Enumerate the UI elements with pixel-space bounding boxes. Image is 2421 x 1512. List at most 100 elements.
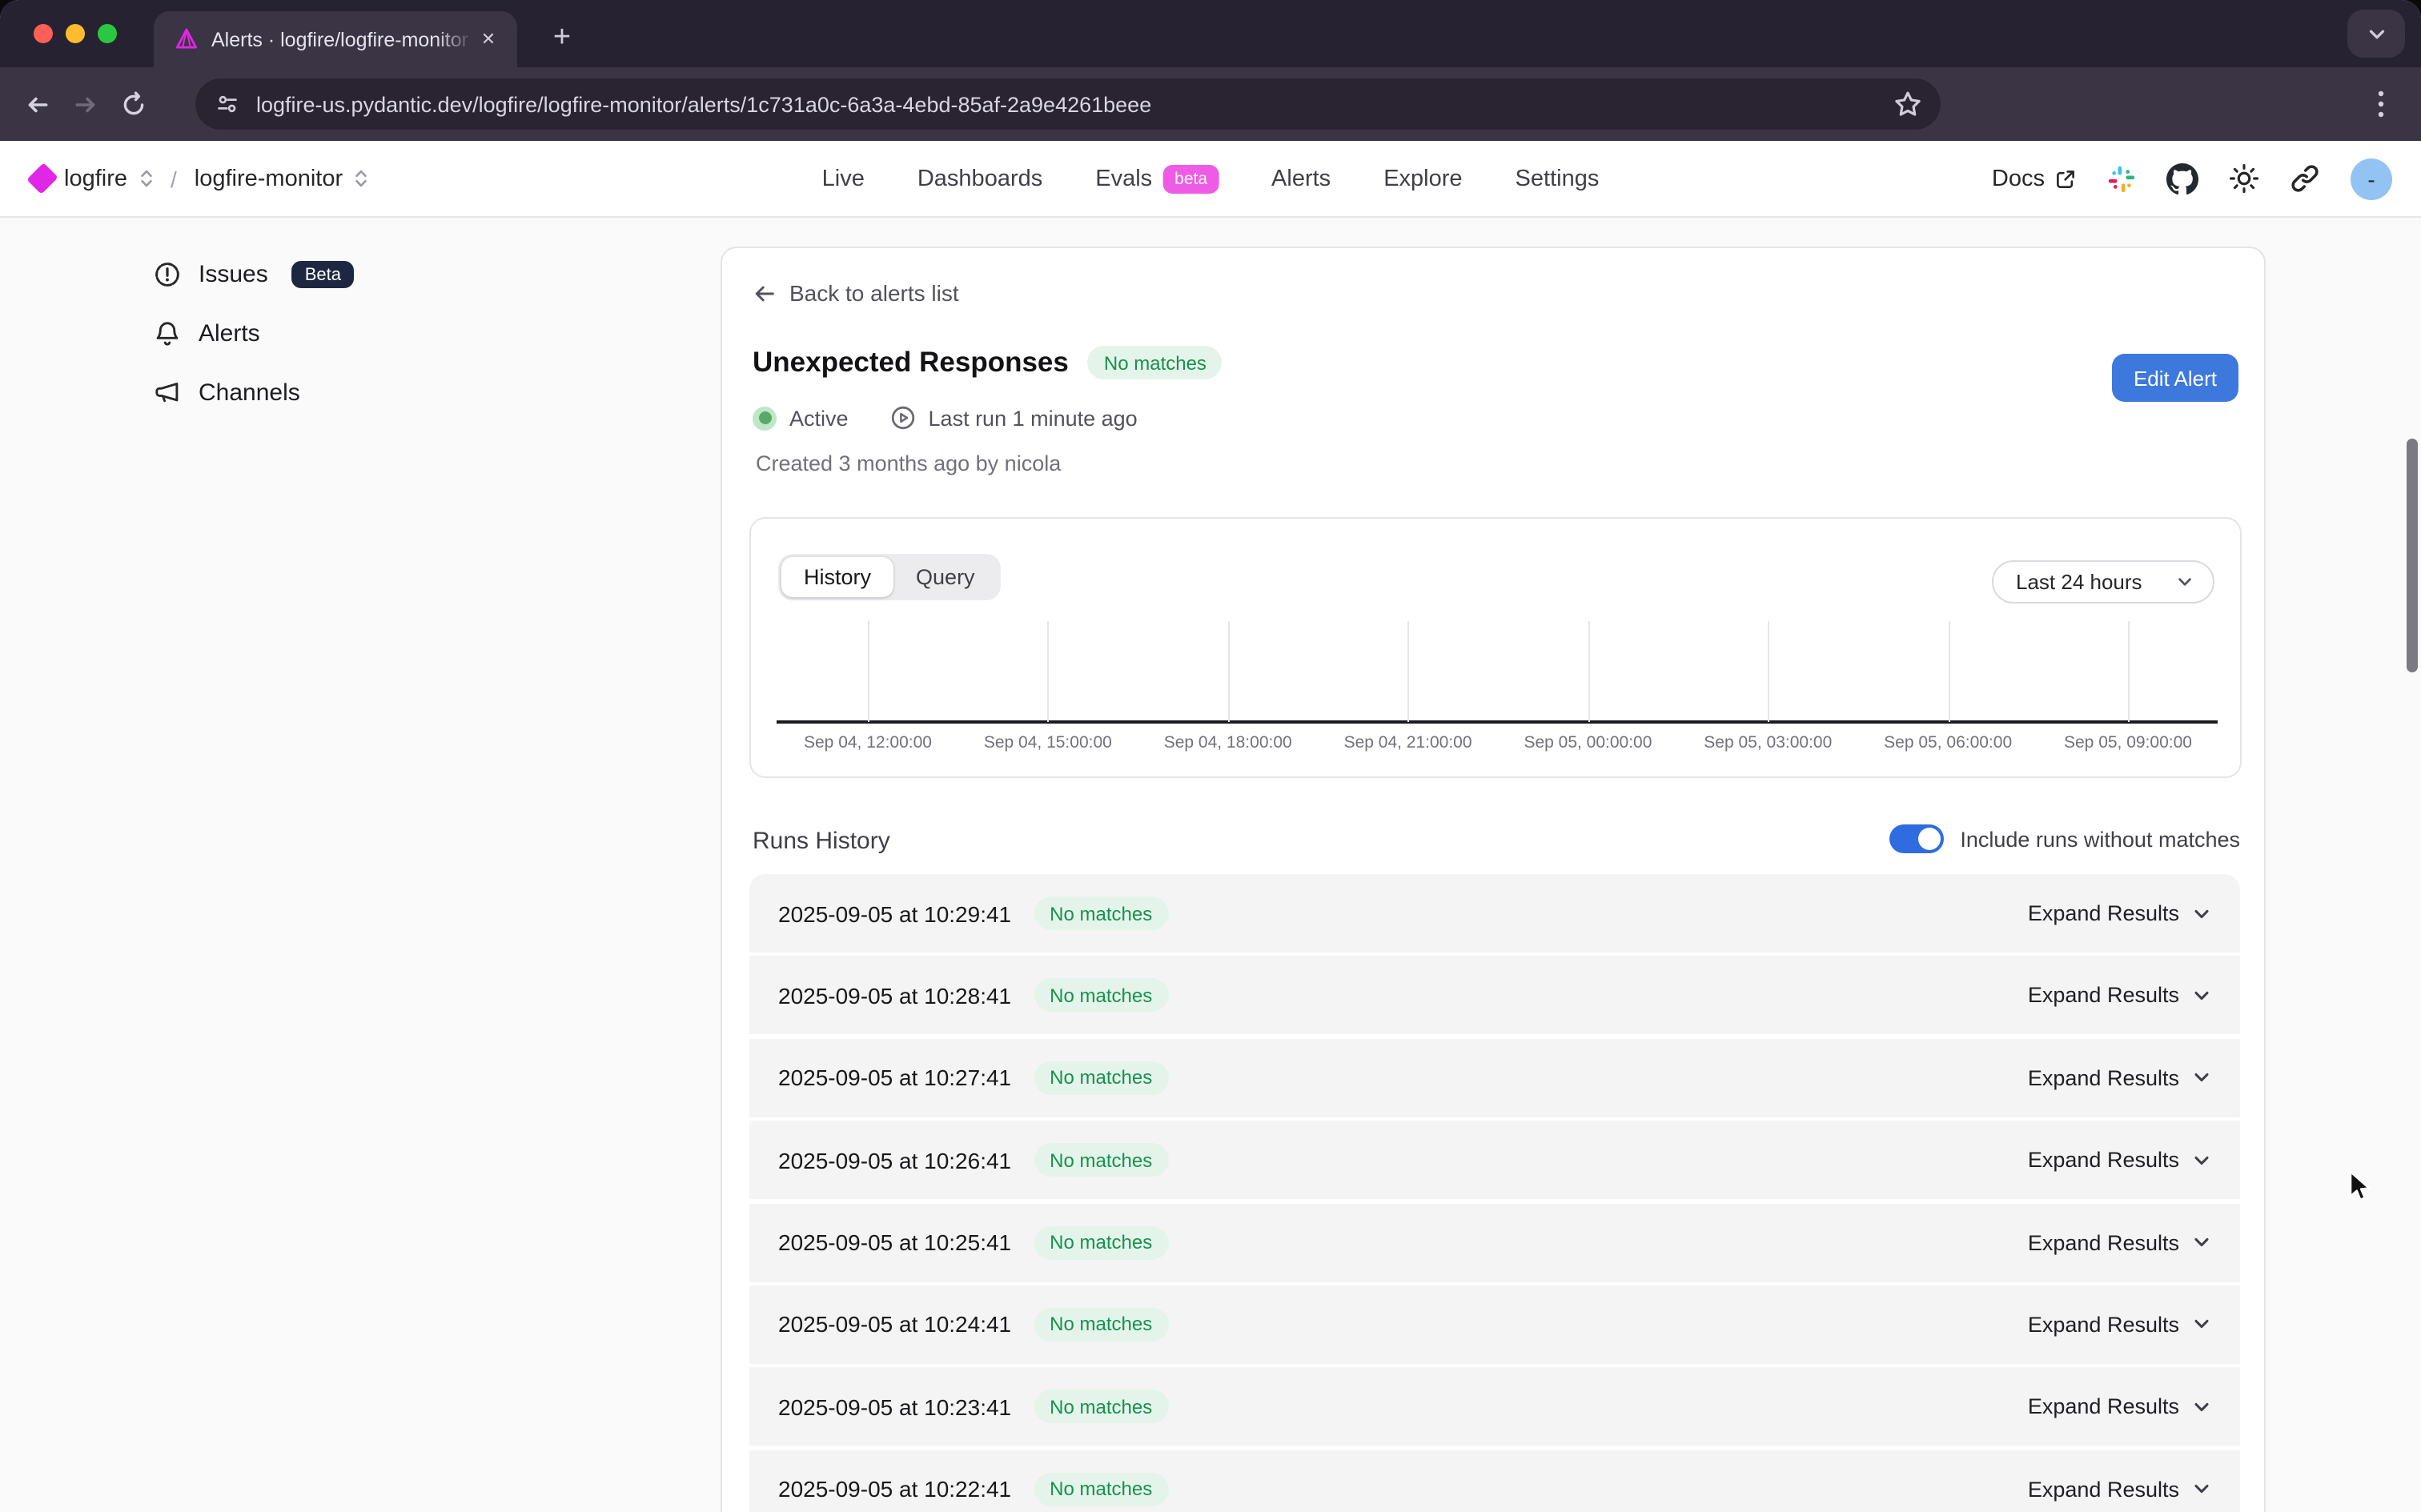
- run-timestamp: 2025-09-05 at 10:27:41: [778, 1065, 1011, 1091]
- run-match-badge: No matches: [1034, 1143, 1168, 1177]
- back-to-alerts-link[interactable]: Back to alerts list: [753, 280, 959, 306]
- slack-icon[interactable]: [2107, 164, 2136, 193]
- project-selector[interactable]: logfire-monitor: [195, 166, 343, 191]
- logfire-logo-icon: [26, 162, 58, 195]
- edit-alert-button[interactable]: Edit Alert: [2112, 354, 2238, 402]
- alert-title-row: Unexpected Responses No matches: [753, 346, 1223, 379]
- theme-sun-icon[interactable]: [2229, 163, 2259, 194]
- alert-status-row: Active Last run 1 minute ago: [753, 405, 1138, 431]
- chevron-down-icon: [2192, 1233, 2211, 1252]
- active-status-icon: [753, 406, 777, 430]
- expand-results-label: Expand Results: [2028, 1066, 2179, 1090]
- run-row: 2025-09-05 at 10:27:41 No matches Expand R…: [749, 1039, 2240, 1117]
- sidebar-item-channels[interactable]: Channels: [154, 363, 634, 423]
- browser-back-button[interactable]: [13, 80, 61, 128]
- chart-gridline: [1768, 621, 1769, 722]
- tab-query[interactable]: Query: [893, 557, 998, 597]
- sidebar-beta-badge: Beta: [292, 261, 354, 288]
- tab-close-icon[interactable]: ✕: [474, 25, 503, 54]
- browser-menu-kebab-icon[interactable]: [2359, 80, 2403, 128]
- chevron-down-icon: [2192, 1398, 2211, 1417]
- window-zoom-button[interactable]: [98, 24, 117, 43]
- expand-results-label: Expand Results: [2028, 1313, 2179, 1337]
- window-minimize-button[interactable]: [66, 24, 85, 43]
- run-timestamp: 2025-09-05 at 10:24:41: [778, 1312, 1011, 1338]
- browser-forward-button[interactable]: [61, 80, 109, 128]
- chart-gridline: [1228, 621, 1230, 722]
- sidebar-item-label: Channels: [199, 379, 300, 407]
- sidebar-item-alerts[interactable]: Alerts: [154, 304, 634, 363]
- share-link-icon[interactable]: [2290, 163, 2320, 194]
- site-settings-icon[interactable]: [215, 91, 240, 117]
- created-by-label: Created 3 months ago by nicola: [756, 451, 1061, 475]
- last-run-label: Last run 1 minute ago: [929, 406, 1138, 430]
- back-arrow-icon: [753, 281, 777, 305]
- nav-item-settings[interactable]: Settings: [1516, 166, 1600, 191]
- chart-gridline: [868, 621, 869, 722]
- expand-results-button[interactable]: Expand Results: [2028, 1477, 2211, 1501]
- docs-link[interactable]: Docs: [1992, 166, 2077, 191]
- project-selector-chevrons-icon[interactable]: [354, 166, 368, 191]
- run-row: 2025-09-05 at 10:26:41No matchesExpand R…: [749, 1121, 2240, 1199]
- chart-tick-label: Sep 04, 21:00:00: [1312, 733, 1504, 752]
- org-selector-chevrons-icon[interactable]: [139, 166, 153, 191]
- expand-results-button[interactable]: Expand Results: [2028, 984, 2211, 1008]
- nav-item-live[interactable]: Live: [822, 166, 865, 191]
- back-label: Back to alerts list: [789, 280, 959, 306]
- user-avatar[interactable]: -: [2351, 158, 2392, 199]
- url-bar[interactable]: logfire-us.pydantic.dev/logfire/logfire-…: [195, 78, 1941, 130]
- include-runs-toggle[interactable]: [1889, 824, 1944, 853]
- history-chart-card: Sep 04, 12:00:00Sep 04, 15:00:00Sep 04, …: [749, 517, 2242, 778]
- bell-icon: [154, 320, 181, 347]
- expand-results-button[interactable]: Expand Results: [2028, 1313, 2211, 1337]
- tab-search-chevron-icon[interactable]: [2347, 10, 2405, 58]
- issues-seal-icon: [154, 261, 181, 288]
- page-scrollbar-thumb[interactable]: [2407, 439, 2418, 672]
- chevron-down-icon: [2192, 904, 2211, 923]
- expand-results-label: Expand Results: [2028, 1230, 2179, 1254]
- sidebar-item-issues[interactable]: IssuesBeta: [154, 245, 634, 304]
- run-row: 2025-09-05 at 10:28:41No matchesExpand R…: [749, 957, 2240, 1035]
- sidebar-item-label: Alerts: [199, 320, 260, 347]
- expand-results-button[interactable]: Expand Results: [2028, 1395, 2211, 1419]
- run-match-badge: No matches: [1034, 1308, 1168, 1342]
- nav-item-alerts[interactable]: Alerts: [1271, 166, 1331, 191]
- expand-results-button[interactable]: Expand Results: [2028, 1230, 2211, 1254]
- run-timestamp: 2025-09-05 at 10:28:41: [778, 983, 1011, 1009]
- url-text[interactable]: logfire-us.pydantic.dev/logfire/logfire-…: [256, 92, 1894, 116]
- expand-results-button[interactable]: Expand Results: [2028, 1066, 2211, 1090]
- megaphone-icon: [154, 379, 181, 407]
- page-body: IssuesBeta Alerts Channels Back to alerts …: [0, 218, 2421, 1512]
- active-status-label: Active: [789, 406, 849, 430]
- nav-item-label: Dashboards: [917, 166, 1042, 191]
- browser-reload-button[interactable]: [109, 80, 157, 128]
- run-match-badge: No matches: [1034, 1061, 1168, 1095]
- browser-tab-strip: Alerts · logfire/logfire-monitor ✕ +: [0, 0, 2421, 67]
- logfire-favicon-icon: [175, 27, 199, 51]
- tab-history[interactable]: History: [781, 557, 893, 597]
- nav-item-label: Explore: [1383, 166, 1462, 191]
- chart-tick-label: Sep 05, 09:00:00: [2032, 733, 2224, 752]
- bookmark-star-icon[interactable]: [1894, 90, 1921, 118]
- run-timestamp: 2025-09-05 at 10:29:41: [778, 900, 1011, 926]
- github-icon[interactable]: [2166, 162, 2198, 195]
- org-selector[interactable]: logfire: [64, 166, 127, 191]
- nav-item-dashboards[interactable]: Dashboards: [917, 166, 1042, 191]
- expand-results-button[interactable]: Expand Results: [2028, 1148, 2211, 1172]
- expand-results-button[interactable]: Expand Results: [2028, 901, 2211, 925]
- browser-tab[interactable]: Alerts · logfire/logfire-monitor ✕: [154, 11, 517, 67]
- run-row: 2025-09-05 at 10:22:41No matchesExpand R…: [749, 1450, 2240, 1512]
- history-query-tabs: History Query: [778, 554, 1001, 600]
- nav-item-explore[interactable]: Explore: [1383, 166, 1462, 191]
- new-tab-button[interactable]: +: [541, 18, 583, 59]
- expand-results-label: Expand Results: [2028, 1395, 2179, 1419]
- chart-tick-label: Sep 05, 03:00:00: [1672, 733, 1864, 752]
- header-actions: Docs: [1992, 141, 2392, 216]
- chevron-down-icon: [2192, 986, 2211, 1005]
- time-range-select[interactable]: Last 24 hours: [1992, 560, 2214, 604]
- tab-title: Alerts · logfire/logfire-monitor: [211, 28, 474, 50]
- run-match-badge: No matches: [1034, 1390, 1168, 1424]
- window-close-button[interactable]: [34, 24, 53, 43]
- nav-item-evals[interactable]: Evalsbeta: [1095, 164, 1219, 193]
- main-nav: Live Dashboards Evalsbeta Alerts Explore Sett…: [822, 141, 1600, 216]
